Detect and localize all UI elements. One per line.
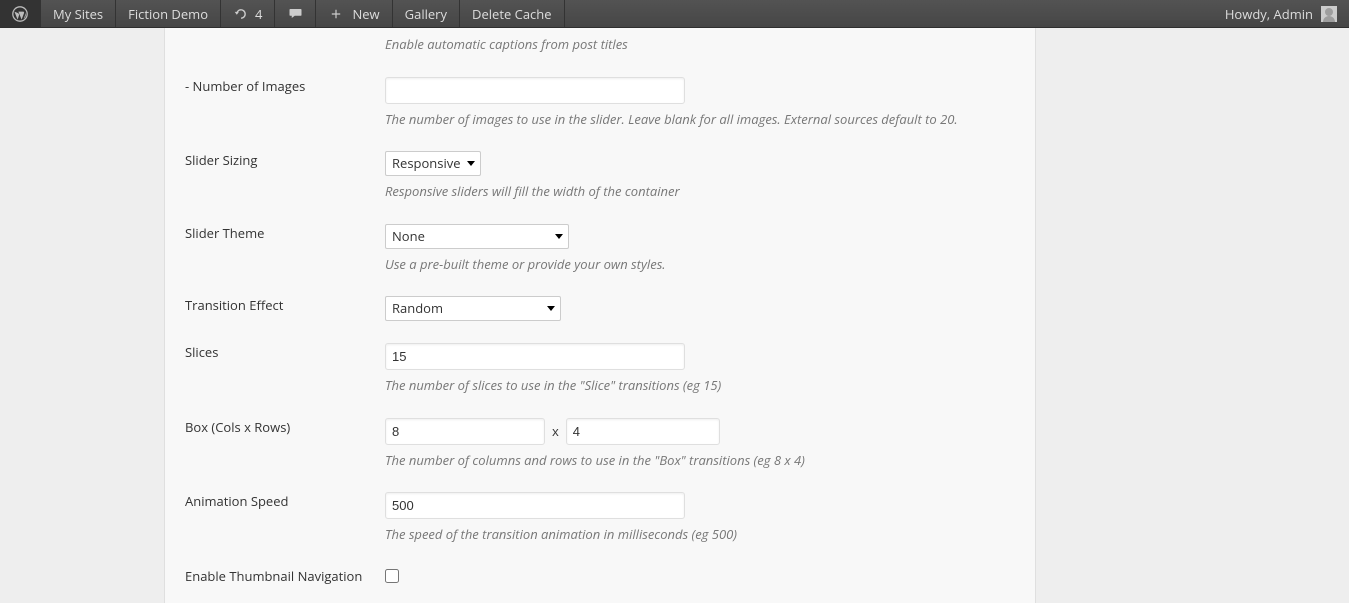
- admin-page: - Enable Captions Enable automatic capti…: [0, 28, 1349, 603]
- site-name-label: Fiction Demo: [128, 5, 208, 23]
- my-sites-label: My Sites: [53, 5, 103, 23]
- box-sep: x: [548, 422, 562, 440]
- thumb-nav-checkbox[interactable]: [385, 569, 399, 583]
- slider-sizing-desc: Responsive sliders will fill the width o…: [385, 182, 985, 202]
- thumb-nav-label: Enable Thumbnail Navigation: [185, 567, 362, 585]
- slider-sizing-label: Slider Sizing: [185, 151, 257, 169]
- slider-theme-label: Slider Theme: [185, 224, 264, 242]
- row-slider-theme: Slider Theme None Use a pre-built theme …: [165, 213, 1035, 286]
- slider-theme-value: None: [392, 227, 425, 245]
- site-name-link[interactable]: Fiction Demo: [116, 0, 221, 27]
- gallery-label: Gallery: [405, 5, 447, 23]
- comment-icon: [287, 6, 303, 22]
- slices-input[interactable]: [385, 343, 685, 370]
- box-cols-input[interactable]: [385, 418, 545, 445]
- slider-sizing-value: Responsive: [392, 154, 461, 172]
- settings-panel: - Enable Captions Enable automatic capti…: [164, 28, 1036, 603]
- admin-toolbar: My Sites Fiction Demo 4 New Gallery Dele…: [0, 0, 1349, 28]
- slices-desc: The number of slices to use in the "Slic…: [385, 376, 985, 396]
- row-slices: Slices The number of slices to use in th…: [165, 332, 1035, 407]
- wordpress-icon: [12, 6, 28, 22]
- new-label: New: [352, 5, 379, 23]
- transition-effect-value: Random: [392, 299, 443, 317]
- row-slider-sizing: Slider Sizing Responsive Responsive slid…: [165, 140, 1035, 213]
- row-thumb-nav: Enable Thumbnail Navigation: [165, 556, 1035, 598]
- avatar-icon: [1321, 6, 1337, 22]
- transition-effect-select[interactable]: Random: [385, 296, 561, 321]
- updates-count: 4: [255, 5, 262, 23]
- number-images-label: - Number of Images: [185, 77, 305, 95]
- row-anim-speed: Animation Speed The speed of the transit…: [165, 481, 1035, 556]
- slices-label: Slices: [185, 343, 218, 361]
- row-thumb-size: Thumbnail Size x The width and height of…: [165, 598, 1035, 603]
- enable-captions-desc: Enable automatic captions from post titl…: [385, 35, 985, 55]
- box-rows-input[interactable]: [566, 418, 720, 445]
- my-account-link[interactable]: Howdy, Admin: [1213, 0, 1349, 27]
- slider-sizing-select[interactable]: Responsive: [385, 151, 481, 176]
- refresh-icon: [233, 6, 249, 22]
- chevron-down-icon: [542, 297, 560, 320]
- slider-theme-select[interactable]: None: [385, 224, 569, 249]
- box-desc: The number of columns and rows to use in…: [385, 451, 985, 471]
- toolbar-spacer: [565, 0, 1213, 27]
- plus-icon: [328, 6, 344, 22]
- howdy-label: Howdy, Admin: [1225, 5, 1313, 23]
- transition-effect-label: Transition Effect: [185, 296, 283, 314]
- chevron-down-icon: [462, 152, 480, 175]
- delete-cache-label: Delete Cache: [472, 5, 552, 23]
- row-transition-effect: Transition Effect Random: [165, 285, 1035, 332]
- row-box: Box (Cols x Rows) x The number of column…: [165, 407, 1035, 482]
- row-number-images: - Number of Images The number of images …: [165, 66, 1035, 141]
- updates-link[interactable]: 4: [221, 0, 275, 27]
- chevron-down-icon: [550, 225, 568, 248]
- my-sites-link[interactable]: My Sites: [41, 0, 116, 27]
- anim-speed-label: Animation Speed: [185, 492, 288, 510]
- box-label: Box (Cols x Rows): [185, 418, 290, 436]
- slider-theme-desc: Use a pre-built theme or provide your ow…: [385, 255, 985, 275]
- delete-cache-link[interactable]: Delete Cache: [460, 0, 565, 27]
- comments-link[interactable]: [275, 0, 316, 27]
- gallery-link[interactable]: Gallery: [393, 0, 460, 27]
- number-images-desc: The number of images to use in the slide…: [385, 110, 985, 130]
- anim-speed-desc: The speed of the transition animation in…: [385, 525, 985, 545]
- wp-logo[interactable]: [0, 0, 41, 27]
- settings-form-table: - Enable Captions Enable automatic capti…: [165, 28, 1035, 603]
- row-enable-captions: - Enable Captions Enable automatic capti…: [165, 28, 1035, 66]
- number-images-input[interactable]: [385, 77, 685, 104]
- new-content-link[interactable]: New: [316, 0, 392, 27]
- anim-speed-input[interactable]: [385, 492, 685, 519]
